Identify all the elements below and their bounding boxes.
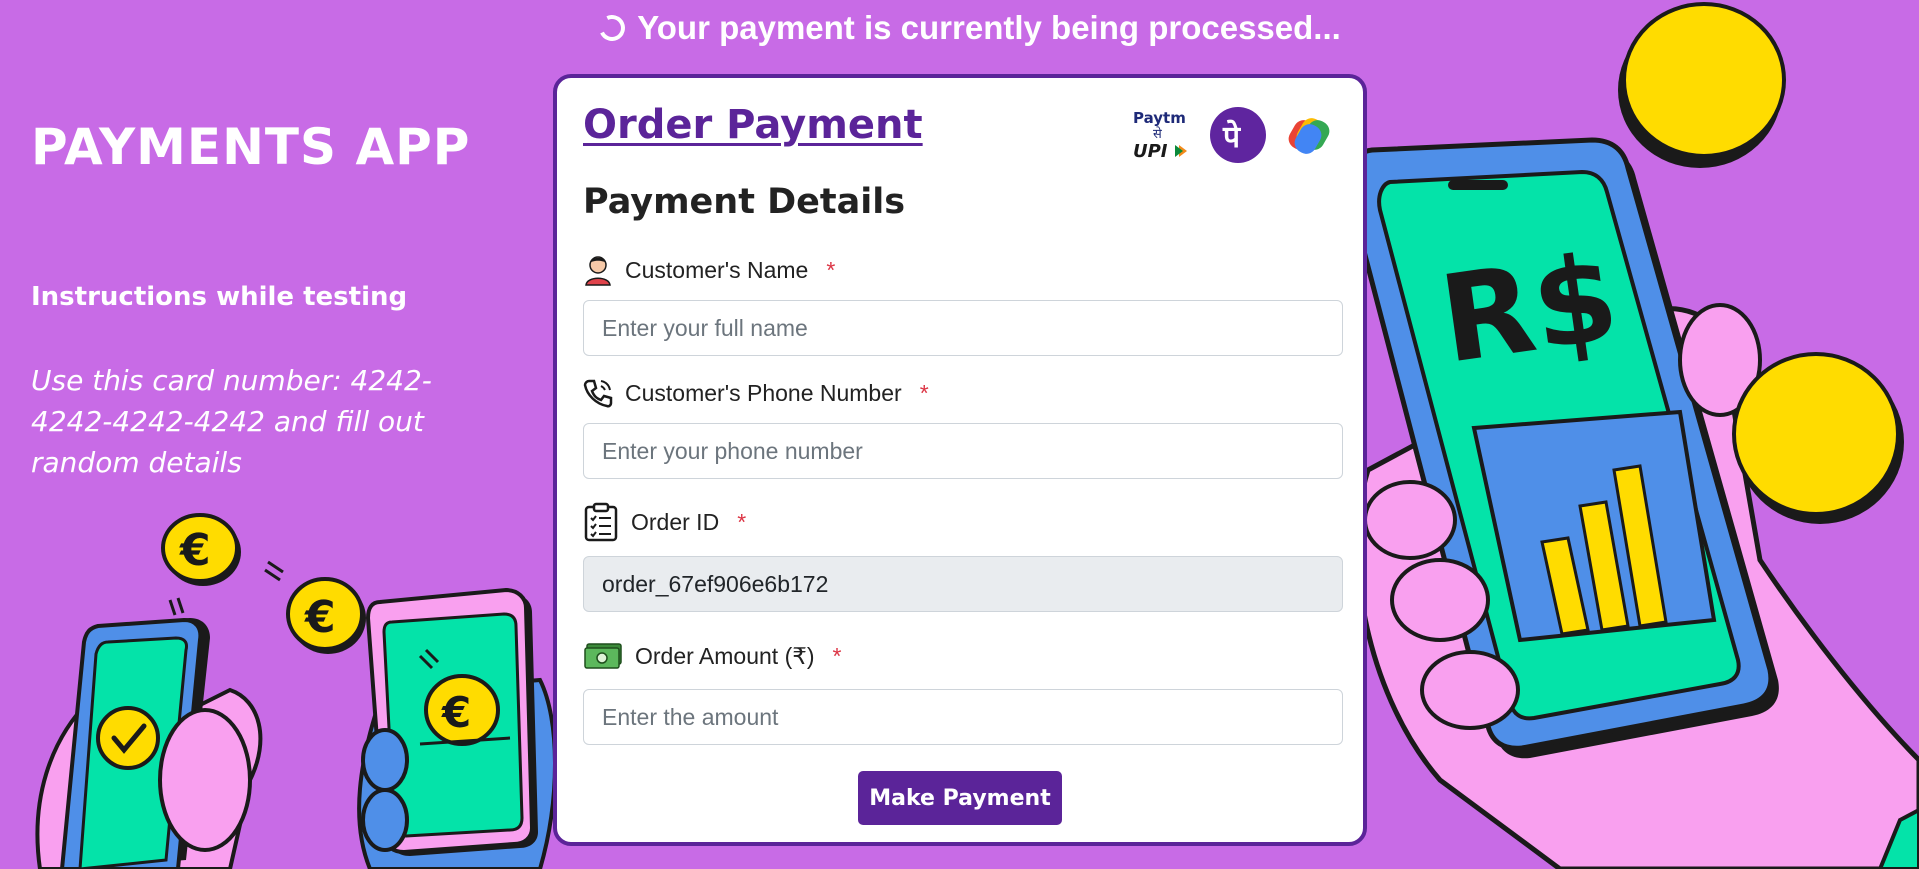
coin-icon xyxy=(1732,352,1904,524)
required-marker: * xyxy=(737,508,747,535)
required-marker: * xyxy=(919,379,929,406)
order-amount-label: Order Amount (₹) * xyxy=(583,642,841,670)
euro-coin-icon: € xyxy=(286,577,366,654)
spinner-icon xyxy=(595,11,629,45)
required-marker: * xyxy=(826,256,836,283)
instructions-title: Instructions while testing xyxy=(31,282,408,312)
euro-symbol: € xyxy=(441,688,471,737)
check-icon xyxy=(96,706,160,770)
order-amount-input[interactable] xyxy=(583,689,1343,745)
clipboard-icon xyxy=(584,502,618,542)
phone-icon xyxy=(583,379,613,408)
customer-phone-input[interactable] xyxy=(583,423,1343,479)
svg-text:UPI: UPI xyxy=(1133,141,1168,161)
svg-text:से: से xyxy=(1153,126,1162,142)
big-phone-currency-text: R$ xyxy=(1433,229,1627,391)
payment-status-banner: Your payment is currently being processe… xyxy=(590,4,1350,52)
svg-text:पे: पे xyxy=(1222,119,1241,155)
order-amount-label-text: Order Amount (₹) xyxy=(635,642,815,669)
paytm-upi-logo-icon: Paytm से UPI xyxy=(1133,109,1187,161)
customer-name-label: Customer's Name * xyxy=(583,254,835,286)
svg-text:Paytm: Paytm xyxy=(1133,109,1186,127)
order-id-label: Order ID * xyxy=(583,502,746,542)
customer-phone-label-text: Customer's Phone Number xyxy=(625,379,902,406)
euro-symbol: € xyxy=(179,525,211,576)
phonepe-logo-icon: पे xyxy=(1210,107,1266,163)
instructions-text: Use this card number: 4242-4242-4242-424… xyxy=(31,364,432,479)
order-id-label-text: Order ID xyxy=(631,508,720,535)
payment-details-heading: Payment Details xyxy=(583,182,906,222)
customer-name-label-text: Customer's Name xyxy=(625,256,809,283)
google-pay-logo-icon xyxy=(1288,118,1330,154)
app-brand-title: PAYMENTS APP xyxy=(31,118,471,176)
person-icon xyxy=(585,256,611,286)
order-payment-title[interactable]: Order Payment xyxy=(583,102,923,148)
payment-form-card: Order Payment Paytm से UPI पे Payment De… xyxy=(553,74,1367,846)
required-marker: * xyxy=(832,642,842,669)
cash-icon xyxy=(584,643,622,669)
coin-icon xyxy=(1618,2,1786,168)
payment-status-text: Your payment is currently being processe… xyxy=(637,9,1341,46)
customer-name-input[interactable] xyxy=(583,300,1343,356)
make-payment-button[interactable]: Make Payment xyxy=(858,771,1062,825)
customer-phone-label: Customer's Phone Number * xyxy=(583,378,929,408)
payment-logos: Paytm से UPI पे xyxy=(1131,106,1335,164)
order-id-input[interactable] xyxy=(583,556,1343,612)
euro-coin-icon: € xyxy=(161,513,241,586)
euro-symbol: € xyxy=(304,592,336,643)
